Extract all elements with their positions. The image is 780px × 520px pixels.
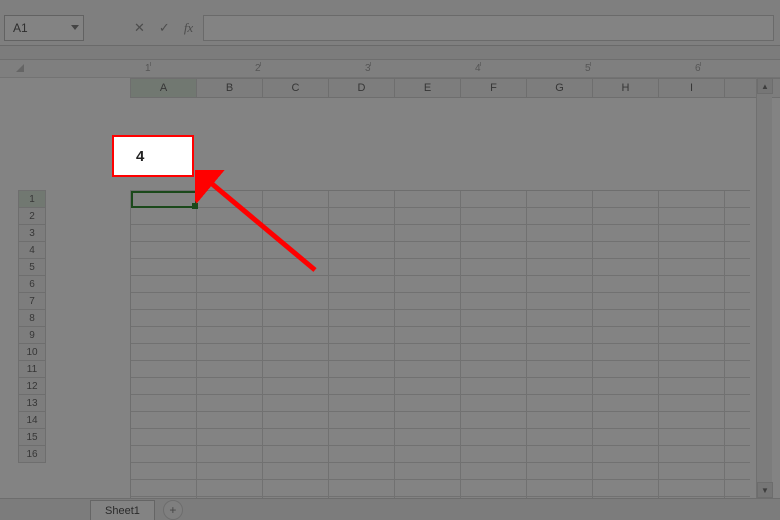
vertical-scrollbar[interactable]: ▲ ▼ [756, 78, 772, 498]
row-header-2[interactable]: 2 [19, 208, 45, 225]
row-header-3[interactable]: 3 [19, 225, 45, 242]
row-headers: 1 2 3 4 5 6 7 8 9 10 11 12 13 14 15 16 [18, 190, 46, 463]
add-sheet-button[interactable]: + [163, 500, 183, 520]
scroll-up-icon[interactable]: ▲ [757, 78, 773, 94]
row-header-9[interactable]: 9 [19, 327, 45, 344]
ruler-mark: 5 [585, 63, 591, 74]
row-header-10[interactable]: 10 [19, 344, 45, 361]
formula-input[interactable] [203, 15, 774, 41]
callout-highlight: 4 [112, 135, 194, 177]
ruler-mark: 3 [365, 63, 371, 74]
enter-icon[interactable] [159, 20, 170, 36]
row-header-13[interactable]: 13 [19, 395, 45, 412]
row-header-8[interactable]: 8 [19, 310, 45, 327]
formula-bar-buttons: fx [134, 20, 193, 36]
plus-icon: + [169, 503, 176, 517]
cell-grid[interactable] [130, 190, 750, 498]
column-header-a[interactable]: A [131, 79, 197, 97]
callout-value: 4 [136, 148, 144, 165]
name-box[interactable]: A1 [4, 15, 84, 41]
select-all-triangle-icon[interactable] [16, 64, 24, 72]
ruler-mark: 6 [695, 63, 701, 74]
sheet-tab-bar: Sheet1 + [0, 498, 780, 520]
column-header-c[interactable]: C [263, 79, 329, 97]
formula-bar: A1 fx [0, 0, 780, 46]
row-header-5[interactable]: 5 [19, 259, 45, 276]
selected-cell-a1[interactable] [131, 191, 197, 208]
column-header-e[interactable]: E [395, 79, 461, 97]
row-header-12[interactable]: 12 [19, 378, 45, 395]
column-header-h[interactable]: H [593, 79, 659, 97]
ruler-mark: 1 [145, 63, 151, 74]
ribbon-collapsed-edge [0, 46, 780, 60]
column-header-g[interactable]: G [527, 79, 593, 97]
fx-icon[interactable]: fx [184, 20, 193, 36]
row-header-1[interactable]: 1 [19, 191, 45, 208]
scroll-down-icon[interactable]: ▼ [757, 482, 773, 498]
column-header-d[interactable]: D [329, 79, 395, 97]
column-header-i[interactable]: I [659, 79, 725, 97]
sheet-tab-sheet1[interactable]: Sheet1 [90, 500, 155, 520]
ruler-mark: 2 [255, 63, 261, 74]
row-header-7[interactable]: 7 [19, 293, 45, 310]
column-header-b[interactable]: B [197, 79, 263, 97]
row-header-16[interactable]: 16 [19, 446, 45, 463]
row-header-15[interactable]: 15 [19, 429, 45, 446]
ruler-mark: 4 [475, 63, 481, 74]
cancel-icon[interactable] [134, 20, 145, 36]
row-header-6[interactable]: 6 [19, 276, 45, 293]
row-header-11[interactable]: 11 [19, 361, 45, 378]
column-header-f[interactable]: F [461, 79, 527, 97]
row-header-14[interactable]: 14 [19, 412, 45, 429]
row-header-4[interactable]: 4 [19, 242, 45, 259]
ruler-outline: 1 2 3 4 5 6 [0, 60, 780, 78]
name-box-dropdown-icon[interactable] [71, 25, 79, 30]
name-box-value: A1 [13, 21, 28, 35]
column-headers: A B C D E F G H I [130, 78, 780, 98]
